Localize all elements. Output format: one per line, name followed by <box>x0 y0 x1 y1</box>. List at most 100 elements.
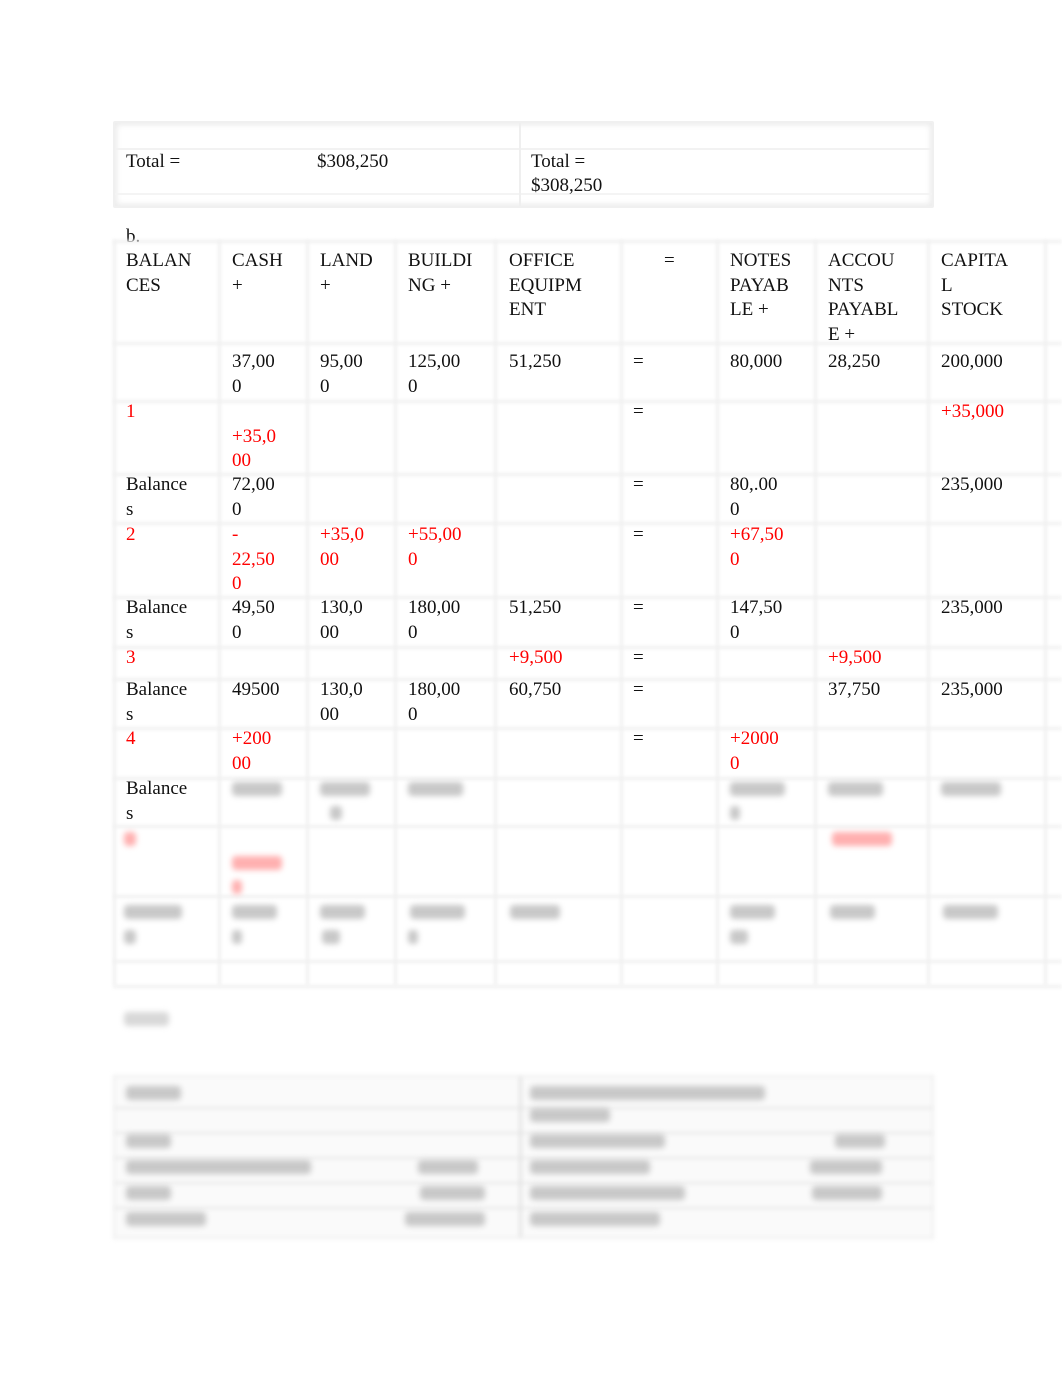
blurred-cell <box>330 806 342 820</box>
column-divider <box>494 240 497 985</box>
table-rule <box>115 1157 932 1159</box>
transaction-balances-cell: 2 <box>126 524 136 545</box>
column-divider <box>1044 240 1047 985</box>
column-divider <box>519 123 521 206</box>
blurred-heading <box>124 1012 169 1026</box>
column-divider <box>927 240 930 985</box>
column-divider <box>519 1077 522 1237</box>
balance-cash-cell: 37,00 0 <box>232 351 275 397</box>
transaction-equals-cell: = <box>633 401 644 422</box>
blurred-cell <box>530 1186 685 1200</box>
blurred-cell <box>530 1108 610 1122</box>
balance-accounts-payable-cell: 37,750 <box>828 679 881 700</box>
blurred-cell <box>320 782 370 796</box>
blurred-cell <box>418 1160 478 1174</box>
balance-equals-cell: = <box>633 597 644 618</box>
blurred-cell <box>830 905 875 919</box>
blurred-cell <box>835 1134 885 1148</box>
blurred-cell <box>420 1186 485 1200</box>
balance-cash-cell: 72,00 0 <box>232 474 275 520</box>
balance-balances-cell: Balance s <box>126 778 188 824</box>
transaction-cash-cell: +200 00 <box>232 728 272 774</box>
blurred-cell <box>408 782 463 796</box>
balance-balances-cell: Balance s <box>126 679 188 725</box>
table-rule <box>115 1107 932 1109</box>
assets-total-label: Total = <box>126 151 181 172</box>
balance-land-cell: 130,0 00 <box>320 679 363 725</box>
column-header-notes-payable: NOTES PAYAB LE + <box>730 250 792 320</box>
balance-accounts-payable-cell: 28,250 <box>828 351 881 372</box>
column-divider <box>113 240 116 985</box>
transaction-balances-cell: 1 <box>126 401 136 422</box>
column-header-accounts-payable: ACCOU NTS PAYABL E + <box>828 250 899 345</box>
row-divider <box>113 240 1062 243</box>
blurred-cell <box>124 930 136 944</box>
balance-equals-cell: = <box>633 351 644 372</box>
row-divider <box>113 646 1062 649</box>
column-divider <box>306 240 309 985</box>
transaction-capital-stock-cell: +35,000 <box>941 401 1004 422</box>
blurred-cell <box>232 782 282 796</box>
transaction-equals-cell: = <box>633 524 644 545</box>
blurred-cell <box>530 1134 665 1148</box>
blurred-cell <box>124 905 182 919</box>
column-divider <box>716 240 719 985</box>
table-rule <box>115 1182 932 1184</box>
transaction-accounts-payable-cell: +9,500 <box>828 647 882 668</box>
blurred-cell <box>124 832 136 846</box>
table-rule <box>115 148 932 150</box>
balance-balances-cell: Balance s <box>126 474 188 520</box>
balance-capital-stock-cell: 200,000 <box>941 351 1003 372</box>
blurred-cell <box>812 1186 882 1200</box>
blurred-cell <box>126 1086 181 1100</box>
transaction-cash-cell: +35,0 00 <box>232 425 276 472</box>
column-divider <box>218 240 221 985</box>
balance-notes-payable-cell: 147,50 0 <box>730 597 783 643</box>
balance-office-equipment-cell: 60,750 <box>509 679 562 700</box>
column-header-equals: = <box>664 250 675 271</box>
blurred-cell <box>410 905 465 919</box>
blurred-cell <box>322 930 340 944</box>
column-divider <box>394 240 397 985</box>
column-header-land: LAND + <box>320 250 373 296</box>
transaction-land-cell: +35,0 00 <box>320 524 364 570</box>
balance-capital-stock-cell: 235,000 <box>941 474 1003 495</box>
transaction-notes-payable-cell: +2000 0 <box>730 728 779 774</box>
column-header-building: BUILDI NG + <box>408 250 473 296</box>
balance-building-cell: 180,00 0 <box>408 597 461 643</box>
blurred-cell <box>320 905 365 919</box>
row-divider <box>113 342 1062 345</box>
blurred-cell <box>126 1186 171 1200</box>
row-divider <box>113 895 1062 898</box>
transaction-equals-cell: = <box>633 728 644 749</box>
totals-table <box>113 121 934 208</box>
balance-equals-cell: = <box>633 474 644 495</box>
table-rule <box>115 1207 932 1209</box>
blurred-cell <box>126 1212 206 1226</box>
table-rule <box>115 193 932 195</box>
column-header-cash: CASH + <box>232 250 283 296</box>
liabilities-total-label: Total = <box>531 151 586 172</box>
balance-building-cell: 180,00 0 <box>408 679 461 725</box>
blurred-cell <box>126 1160 311 1174</box>
blurred-cell <box>408 930 418 944</box>
row-divider <box>113 825 1062 828</box>
section-label: b. <box>126 226 141 247</box>
blurred-cell <box>941 782 1001 796</box>
blurred-cell <box>530 1212 660 1226</box>
transaction-balances-cell: 3 <box>126 647 136 668</box>
blurred-cell <box>832 832 892 846</box>
column-header-balances: BALAN CES <box>126 250 192 296</box>
balance-balances-cell: Balance s <box>126 597 188 643</box>
blurred-cell <box>405 1212 485 1226</box>
blurred-cell <box>530 1086 765 1100</box>
blurred-cell <box>530 1160 650 1174</box>
blurred-cell <box>126 1134 171 1148</box>
blurred-cell <box>232 905 277 919</box>
balance-notes-payable-cell: 80,000 <box>730 351 783 372</box>
transaction-office-equipment-cell: +9,500 <box>509 647 563 668</box>
transaction-notes-payable-cell: +67,50 0 <box>730 524 784 570</box>
blurred-cell <box>730 905 775 919</box>
balance-office-equipment-cell: 51,250 <box>509 351 562 372</box>
balance-capital-stock-cell: 235,000 <box>941 597 1003 618</box>
